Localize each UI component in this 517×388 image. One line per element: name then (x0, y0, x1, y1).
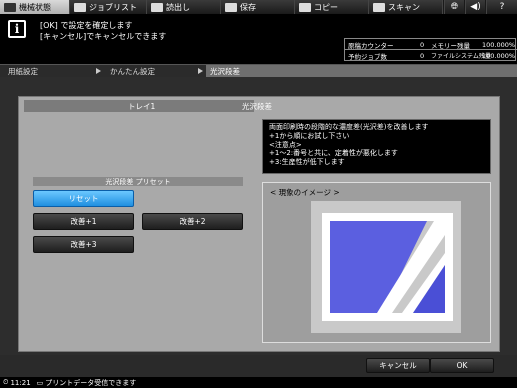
original-counter-value: 0 (420, 40, 425, 49)
help-icon: ? (499, 2, 505, 12)
description-line: +1～2:番号と共に、定着性が悪化します (269, 149, 398, 158)
tab-scan[interactable]: スキャン (369, 0, 443, 14)
memory-value: 100.000% (482, 40, 516, 49)
sample-sheet-image (322, 213, 453, 321)
breadcrumb-arrow-icon (96, 68, 101, 74)
clock-time: 11:21 (10, 378, 31, 387)
breadcrumb-arrow-icon (198, 68, 203, 74)
top-tab-bar: 機械状態 ジョブリスト 読出し 保存 コピー スキャン 🌐︎ ◀) ? (0, 0, 517, 14)
description-line: +3:生産性が低下します (269, 158, 345, 167)
original-counter-label: 原稿カウンター (348, 41, 394, 50)
copy-icon (299, 2, 311, 12)
globe-button[interactable]: 🌐︎ (444, 0, 464, 14)
status-message: プリントデータ受信できます (45, 378, 137, 387)
description-box: 両面印刷時の段階的な濃度差(光沢差)を改善します +1から順にお試し下さい <注… (262, 119, 491, 174)
help-button[interactable]: ? (486, 0, 517, 14)
status-bar: ⏲ 11:21 ▭ プリントデータ受信できます (0, 377, 517, 388)
ok-button[interactable]: OK (430, 358, 494, 373)
status-panel: 原稿カウンター 0 メモリー残量 100.000% 予約ジョブ数 0 ファイルシ… (344, 38, 517, 61)
volume-button[interactable]: ◀) (465, 0, 485, 14)
breadcrumb: 用紙設定 かんたん設定 光沢段差 (0, 64, 517, 78)
improve-3-button[interactable]: 改善+3 (33, 236, 134, 253)
tray-setting-title: 光沢段差 (242, 101, 272, 111)
status-row-jobs: 予約ジョブ数 0 ファイルシステム残量 100.000% (345, 50, 517, 61)
scan-icon (373, 2, 385, 12)
description-line: +1から順にお試し下さい (269, 131, 350, 140)
preset-header: 光沢段差 プリセット (33, 177, 243, 186)
reset-button[interactable]: リセット (33, 190, 134, 207)
reserved-jobs-value: 0 (420, 51, 425, 60)
tab-recall[interactable]: 読出し (147, 0, 221, 14)
volume-icon: ◀) (470, 2, 481, 12)
tab-machine-status[interactable]: 機械状態 (0, 0, 70, 14)
info-icon: i (8, 20, 26, 38)
tab-job-list[interactable]: ジョブリスト (70, 0, 147, 14)
recall-icon (151, 2, 163, 12)
filesystem-value: 100.000% (482, 51, 516, 60)
improve-2-button[interactable]: 改善+2 (142, 213, 243, 230)
globe-icon: 🌐︎ (450, 2, 459, 12)
phenomenon-image-title: < 現象のイメージ > (270, 188, 340, 197)
tray-name: トレイ1 (128, 101, 156, 111)
save-icon (225, 2, 237, 12)
job-list-icon (74, 2, 86, 12)
print-data-icon: ▭ (36, 378, 44, 387)
tab-copy[interactable]: コピー (295, 0, 369, 14)
tray-header: トレイ1 光沢段差 (24, 100, 272, 112)
status-row-counter: 原稿カウンター 0 メモリー残量 100.000% (345, 39, 517, 50)
message-line-2: [キャンセル]でキャンセルできます (40, 32, 167, 41)
message-line-1: [OK] で設定を確定します (40, 21, 133, 30)
memory-label: メモリー残量 (431, 41, 470, 50)
cancel-button[interactable]: キャンセル (366, 358, 430, 373)
reserved-jobs-label: 予約ジョブ数 (348, 52, 387, 61)
gloss-step-illustration (330, 221, 445, 313)
clock-icon: ⏲ (3, 378, 9, 386)
description-line: 両面印刷時の段階的な濃度差(光沢差)を改善します (269, 123, 429, 131)
machine-status-icon (4, 2, 16, 12)
improve-1-button[interactable]: 改善+1 (33, 213, 134, 230)
tab-save[interactable]: 保存 (221, 0, 295, 14)
